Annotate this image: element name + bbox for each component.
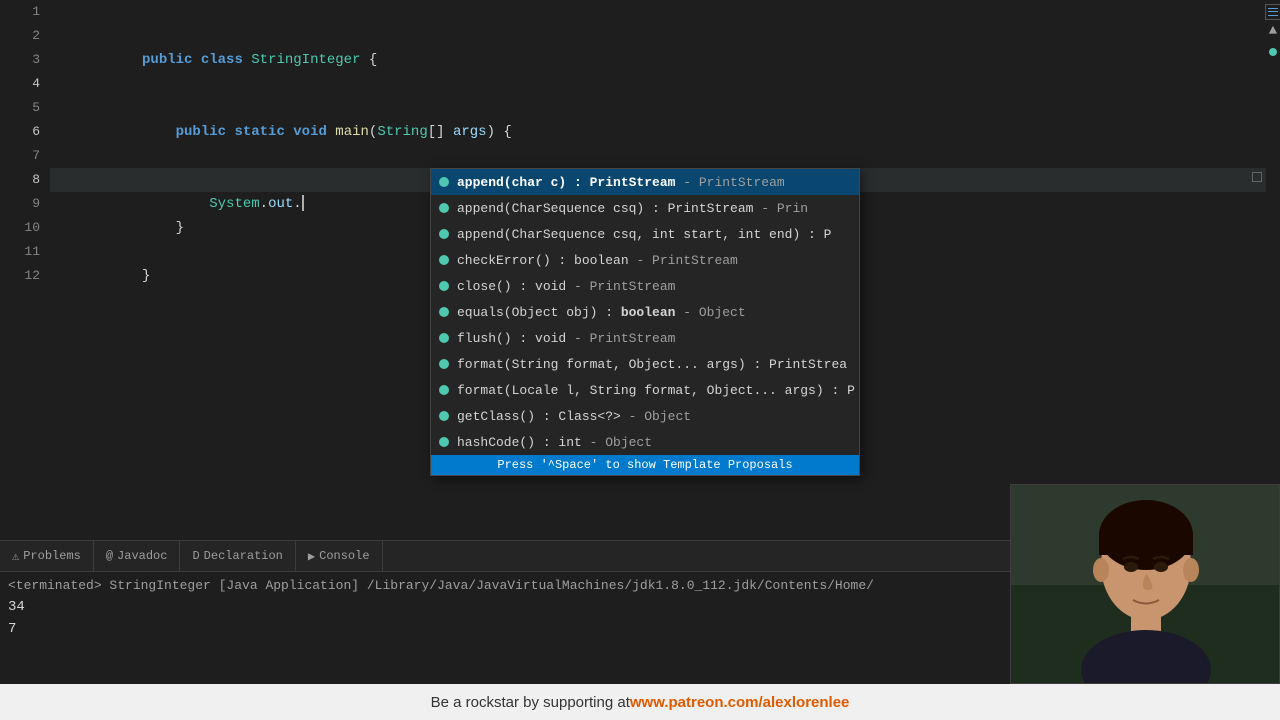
code-line-5 xyxy=(50,96,1266,120)
tab-javadoc[interactable]: @ Javadoc xyxy=(94,541,181,571)
editor-container: 1 2 3 4 5 6 7 8 9 10 11 12 public class … xyxy=(0,0,1280,540)
method-icon-5 xyxy=(439,307,449,317)
code-line-2: public class StringInteger { xyxy=(50,24,1266,48)
method-icon-2 xyxy=(439,229,449,239)
method-icon-1 xyxy=(439,203,449,213)
autocomplete-text-10: hashCode() : int - Object xyxy=(457,435,652,450)
method-icon-6 xyxy=(439,333,449,343)
code-line-1 xyxy=(50,0,1266,24)
line-num-12: 12 xyxy=(0,264,40,288)
line-num-1: 1 xyxy=(0,0,40,24)
autocomplete-item-3[interactable]: checkError() : boolean - PrintStream xyxy=(431,247,859,273)
webcam-overlay xyxy=(1010,484,1280,684)
autocomplete-text-8: format(Locale l, String format, Object..… xyxy=(457,383,855,398)
console-icon: ▶ xyxy=(308,549,315,564)
autocomplete-item-9[interactable]: getClass() : Class<?> - Object xyxy=(431,403,859,429)
person-silhouette xyxy=(1011,485,1280,684)
autocomplete-text-0: append(char c) : PrintStream - PrintStre… xyxy=(457,175,785,190)
tab-problems-label: Problems xyxy=(23,549,81,563)
autocomplete-item-1[interactable]: append(CharSequence csq) : PrintStream -… xyxy=(431,195,859,221)
line-num-10: 10 xyxy=(0,216,40,240)
line-num-5: 5 xyxy=(0,96,40,120)
bottom-banner: Be a rockstar by supporting at www.patre… xyxy=(0,684,1280,720)
code-editor[interactable]: public class StringInteger { public stat… xyxy=(50,0,1266,540)
method-icon-4 xyxy=(439,281,449,291)
method-icon-9 xyxy=(439,411,449,421)
autocomplete-text-9: getClass() : Class<?> - Object xyxy=(457,409,691,424)
line-num-8: 8 xyxy=(0,168,40,192)
autocomplete-text-1: append(CharSequence csq) : PrintStream -… xyxy=(457,201,808,216)
problems-icon: ⚠ xyxy=(12,549,19,564)
line-num-6: 6 xyxy=(0,120,40,144)
autocomplete-item-4[interactable]: close() : void - PrintStream xyxy=(431,273,859,299)
line-num-9: 9 xyxy=(0,192,40,216)
line-num-7: 7 xyxy=(0,144,40,168)
line-num-4: 4 xyxy=(0,72,40,96)
autocomplete-item-6[interactable]: flush() : void - PrintStream xyxy=(431,325,859,351)
webcam-video xyxy=(1011,485,1279,683)
code-line-7 xyxy=(50,144,1266,168)
method-icon-0 xyxy=(439,177,449,187)
scroll-up-icon[interactable]: ▲ xyxy=(1269,24,1277,38)
line-num-11: 11 xyxy=(0,240,40,264)
tab-problems[interactable]: ⚠ Problems xyxy=(0,541,94,571)
debug-indicator xyxy=(1267,46,1279,58)
method-icon-3 xyxy=(439,255,449,265)
method-icon-7 xyxy=(439,359,449,369)
code-line-4: public static void main(String[] args) { xyxy=(50,72,1266,96)
autocomplete-dropdown[interactable]: append(char c) : PrintStream - PrintStre… xyxy=(430,168,860,476)
method-icon-8 xyxy=(439,385,449,395)
autocomplete-item-8[interactable]: format(Locale l, String format, Object..… xyxy=(431,377,859,403)
minimap-icon[interactable] xyxy=(1265,4,1280,20)
declaration-icon: D xyxy=(192,549,199,563)
autocomplete-item-7[interactable]: format(String format, Object... args) : … xyxy=(431,351,859,377)
tab-console-label: Console xyxy=(319,549,369,563)
autocomplete-text-4: close() : void - PrintStream xyxy=(457,279,675,294)
autocomplete-item-2[interactable]: append(CharSequence csq, int start, int … xyxy=(431,221,859,247)
scrollbar-area: ▲ xyxy=(1266,0,1280,540)
line-numbers-gutter: 1 2 3 4 5 6 7 8 9 10 11 12 xyxy=(0,0,50,540)
tab-declaration-label: Declaration xyxy=(204,549,283,563)
tab-javadoc-label: Javadoc xyxy=(117,549,167,563)
tab-declaration[interactable]: D Declaration xyxy=(180,541,295,571)
autocomplete-text-3: checkError() : boolean - PrintStream xyxy=(457,253,738,268)
autocomplete-text-5: equals(Object obj) : boolean - Object xyxy=(457,305,746,320)
tab-console[interactable]: ▶ Console xyxy=(296,541,383,571)
autocomplete-text-7: format(String format, Object... args) : … xyxy=(457,357,847,372)
line-num-2: 2 xyxy=(0,24,40,48)
autocomplete-text-2: append(CharSequence csq, int start, int … xyxy=(457,227,831,242)
code-line-6: ! int n = 8; xyxy=(50,120,1266,144)
line-num-3: 3 xyxy=(0,48,40,72)
autocomplete-hint: Press '^Space' to show Template Proposal… xyxy=(431,455,859,475)
autocomplete-item-10[interactable]: hashCode() : int - Object xyxy=(431,429,859,455)
banner-text: Be a rockstar by supporting at xyxy=(431,694,630,711)
banner-link[interactable]: www.patreon.com/alexlorenlee xyxy=(630,694,850,711)
autocomplete-item-0[interactable]: append(char c) : PrintStream - PrintStre… xyxy=(431,169,859,195)
javadoc-icon: @ xyxy=(106,549,113,563)
autocomplete-text-6: flush() : void - PrintStream xyxy=(457,331,675,346)
method-icon-10 xyxy=(439,437,449,447)
autocomplete-item-5[interactable]: equals(Object obj) : boolean - Object xyxy=(431,299,859,325)
